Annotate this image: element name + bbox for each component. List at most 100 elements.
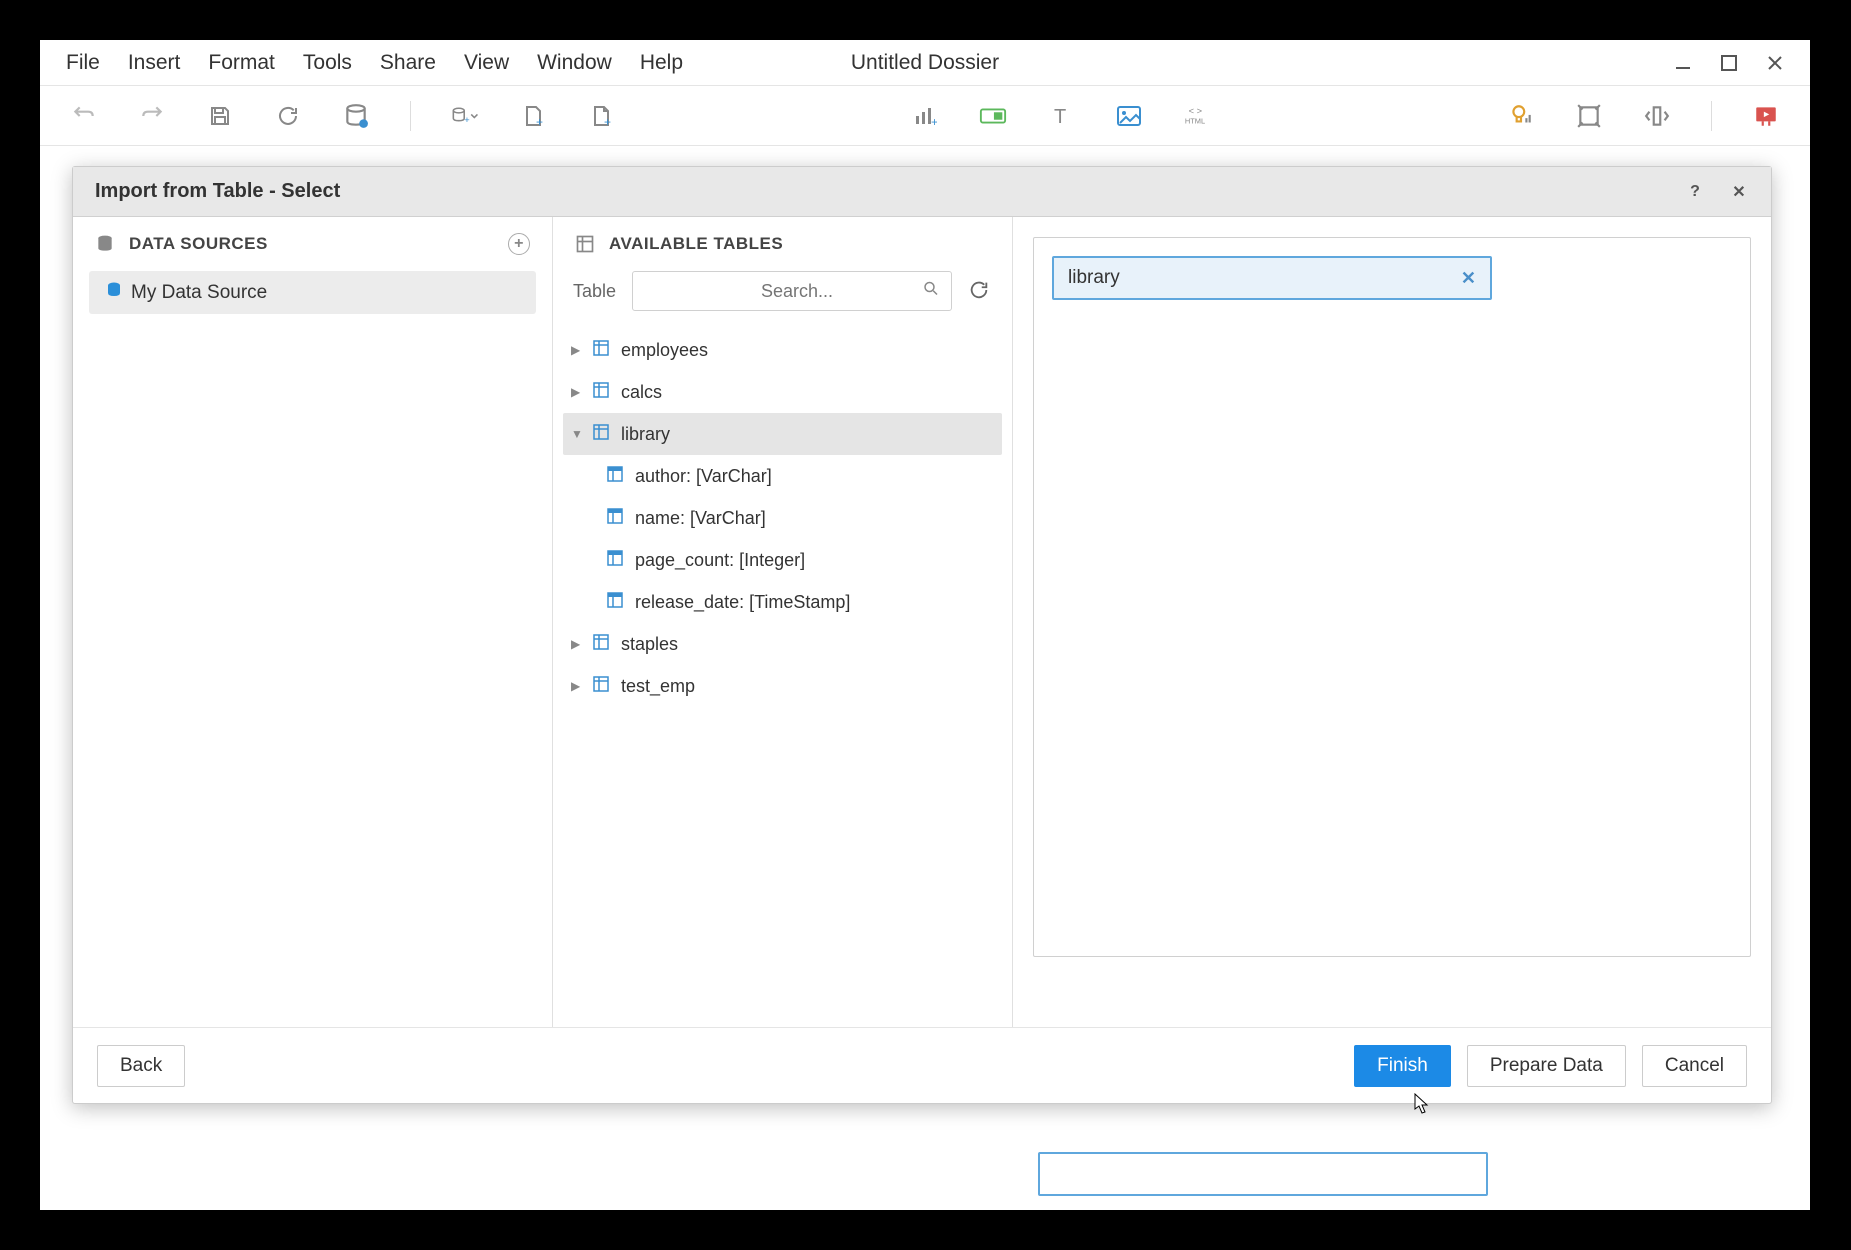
svg-text:+: +	[536, 115, 543, 128]
table-name: library	[621, 424, 670, 445]
table-name: employees	[621, 340, 708, 361]
close-dialog-icon[interactable]: ✕	[1729, 182, 1749, 202]
data-source-item[interactable]: My Data Source	[89, 271, 536, 314]
maximize-button[interactable]	[1716, 50, 1742, 76]
table-icon	[593, 382, 611, 403]
column-name: name: [VarChar]	[635, 508, 766, 529]
selector-icon[interactable]	[979, 102, 1007, 130]
data-sources-label: DATA SOURCES	[129, 234, 268, 254]
prepare-data-button[interactable]: Prepare Data	[1467, 1045, 1626, 1087]
data-source-icon	[105, 281, 123, 304]
column-row-release-date[interactable]: release_date: [TimeStamp]	[563, 581, 1002, 623]
table-row-test-emp[interactable]: ▶ test_emp	[563, 665, 1002, 707]
column-row-name[interactable]: name: [VarChar]	[563, 497, 1002, 539]
text-icon[interactable]: T	[1047, 102, 1075, 130]
caret-down-icon: ▼	[571, 427, 583, 441]
redo-icon[interactable]	[138, 102, 166, 130]
refresh-icon[interactable]	[274, 102, 302, 130]
search-input[interactable]	[632, 271, 952, 311]
menu-view[interactable]: View	[450, 45, 523, 81]
toolbar-separator	[410, 101, 411, 131]
menu-share[interactable]: Share	[366, 45, 450, 81]
toolbar-separator-2	[1711, 101, 1712, 131]
available-tables-label: AVAILABLE TABLES	[609, 234, 783, 254]
data-dropdown-icon[interactable]: +	[451, 102, 479, 130]
window-controls	[1670, 50, 1798, 76]
search-box	[632, 271, 952, 311]
selected-panel: library ✕	[1013, 217, 1771, 1027]
table-header-icon	[575, 234, 595, 254]
help-icon[interactable]: ?	[1685, 182, 1705, 202]
dialog-header: Import from Table - Select ? ✕	[73, 167, 1771, 217]
table-icon	[593, 634, 611, 655]
data-source-name: My Data Source	[131, 282, 267, 304]
minimize-button[interactable]	[1670, 50, 1696, 76]
svg-text:+: +	[464, 115, 469, 125]
chart-icon[interactable]: +	[911, 102, 939, 130]
save-icon[interactable]	[206, 102, 234, 130]
table-label: Table	[573, 281, 616, 302]
new-page-icon[interactable]: +	[519, 102, 547, 130]
toolbar: + + + + T < >HTML	[40, 86, 1810, 146]
column-row-author[interactable]: author: [VarChar]	[563, 455, 1002, 497]
svg-text:T: T	[1054, 106, 1066, 128]
svg-text:HTML: HTML	[1185, 116, 1205, 125]
table-row-employees[interactable]: ▶ employees	[563, 329, 1002, 371]
column-row-page-count[interactable]: page_count: [Integer]	[563, 539, 1002, 581]
svg-text:+: +	[931, 115, 937, 128]
selected-area: library ✕	[1033, 237, 1751, 957]
dialog-title: Import from Table - Select	[95, 180, 340, 203]
undo-icon[interactable]	[70, 102, 98, 130]
table-name: calcs	[621, 382, 662, 403]
insights-icon[interactable]	[1507, 102, 1535, 130]
background-selection-box	[1038, 1152, 1488, 1196]
responsive-icon[interactable]	[1575, 102, 1603, 130]
table-row-staples[interactable]: ▶ staples	[563, 623, 1002, 665]
import-dialog: Import from Table - Select ? ✕ DATA SOUR…	[72, 166, 1772, 1104]
table-icon	[593, 424, 611, 445]
menu-file[interactable]: File	[52, 45, 114, 81]
new-document-icon[interactable]: +	[587, 102, 615, 130]
add-data-source-button[interactable]: +	[508, 233, 530, 255]
table-name: test_emp	[621, 676, 695, 697]
table-icon	[593, 340, 611, 361]
data-sources-header: DATA SOURCES +	[73, 217, 552, 271]
selected-table-chip[interactable]: library ✕	[1052, 256, 1492, 300]
dialog-footer: Back Finish Prepare Data Cancel	[73, 1027, 1771, 1103]
available-tables-panel: AVAILABLE TABLES Table	[553, 217, 1013, 1027]
image-icon[interactable]	[1115, 102, 1143, 130]
window-title: Untitled Dossier	[851, 51, 999, 75]
remove-chip-icon[interactable]: ✕	[1461, 268, 1476, 289]
search-icon	[922, 280, 940, 303]
menu-tools[interactable]: Tools	[289, 45, 366, 81]
column-icon	[607, 592, 625, 613]
database-icon[interactable]	[342, 102, 370, 130]
table-tree: ▶ employees ▶ calcs ▼ library	[553, 325, 1012, 711]
table-row-calcs[interactable]: ▶ calcs	[563, 371, 1002, 413]
column-name: page_count: [Integer]	[635, 550, 805, 571]
table-icon	[593, 676, 611, 697]
caret-icon: ▶	[571, 679, 583, 693]
data-sources-panel: DATA SOURCES + My Data Source	[73, 217, 553, 1027]
menu-insert[interactable]: Insert	[114, 45, 195, 81]
back-button[interactable]: Back	[97, 1045, 185, 1087]
menubar: File Insert Format Tools Share View Wind…	[40, 40, 1810, 86]
present-icon[interactable]	[1752, 102, 1780, 130]
table-name: staples	[621, 634, 678, 655]
cancel-button[interactable]: Cancel	[1642, 1045, 1747, 1087]
refresh-tables-icon[interactable]	[968, 279, 992, 303]
panels-icon[interactable]	[1643, 102, 1671, 130]
svg-text:< >: < >	[1189, 106, 1203, 116]
column-icon	[607, 466, 625, 487]
chip-label: library	[1068, 267, 1120, 289]
svg-text:+: +	[604, 115, 611, 128]
close-button[interactable]	[1762, 50, 1788, 76]
table-search-row: Table	[553, 271, 1012, 325]
html-icon[interactable]: < >HTML	[1183, 102, 1211, 130]
menu-window[interactable]: Window	[523, 45, 626, 81]
menu-format[interactable]: Format	[194, 45, 289, 81]
table-row-library[interactable]: ▼ library	[563, 413, 1002, 455]
menu-help[interactable]: Help	[626, 45, 697, 81]
finish-button[interactable]: Finish	[1354, 1045, 1451, 1087]
column-icon	[607, 550, 625, 571]
